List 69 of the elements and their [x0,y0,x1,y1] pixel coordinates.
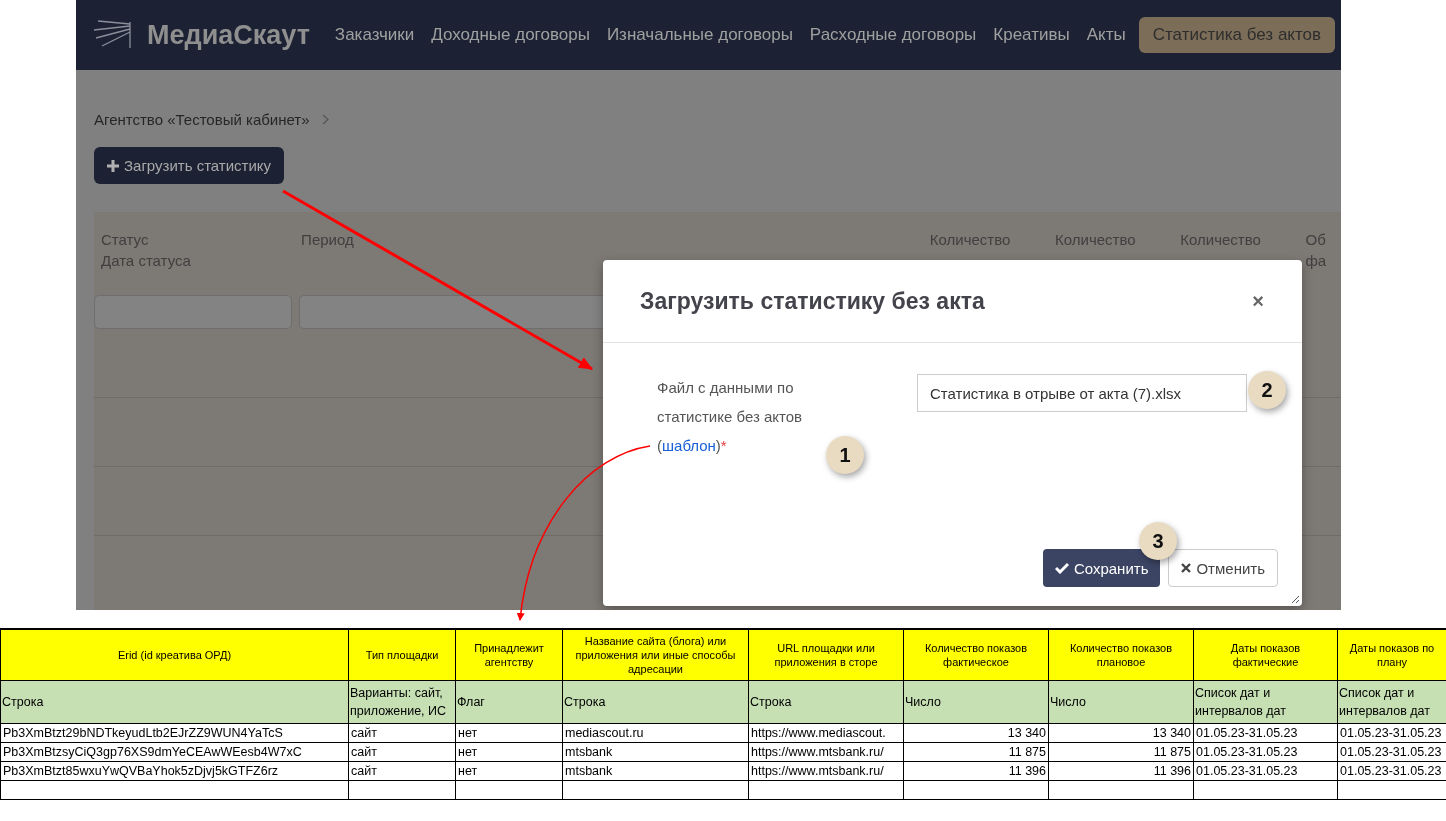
check-icon [1054,562,1069,574]
table-cell: mtsbank [562,742,749,762]
table-cell: 11 396 [1048,761,1194,781]
header-cell: Принадлежит агентству [455,629,563,681]
close-icon [1181,563,1192,573]
table-cell: 13 340 [1048,723,1194,743]
chevron-icon [321,113,329,125]
save-button[interactable]: Сохранить [1042,549,1161,587]
close-button[interactable]: × [1252,289,1264,313]
table-cell: Pb3XmBtzsyCiQ3gp76XS9dmYeCEAwWEesb4W7xC [0,742,349,762]
table-cell: 11 875 [903,742,1049,762]
table-cell: Pb3XmBtzt29bNDTkeyudLtb2EJrZZ9WUN4YaTcS [0,723,349,743]
nav-link[interactable]: Заказчики [330,17,419,53]
field-label: Файл с данными по статистике без актов (шаблон)* [657,378,804,456]
type-cell: Число [903,680,1049,724]
cancel-button[interactable]: Отменить [1168,549,1278,587]
type-cell: Список дат и интервалов дат [1193,680,1338,724]
table-cell: Pb3XmBtzt85wxuYwQVBaYhok5zDjvj5kGTFZ6rz [0,761,349,781]
table-cell: 11 396 [903,761,1049,781]
template-link[interactable]: шаблон [662,437,716,454]
nav-link[interactable]: Акты [1082,17,1130,53]
table-cell: сайт [348,761,456,781]
breadcrumb[interactable]: Агентство «Тестовый кабинет» [94,110,310,128]
table-cell: нет [455,761,563,781]
table-cell: mtsbank [562,761,749,781]
logo-icon [92,20,132,50]
column-header: Количество [1055,231,1136,248]
column-header: Количество [929,231,1011,248]
table-cell: 13 340 [903,723,1049,743]
header-cell: Количество показов плановое [1048,629,1194,681]
column-header: Период [301,231,354,248]
resize-grip-icon [1291,595,1300,604]
header-cell: Erid (id креатива ОРД) [0,629,349,681]
type-cell: Строка [0,680,349,724]
logo[interactable]: МедиаСкаут [147,19,310,51]
nav-link[interactable]: Доходные договоры [427,17,594,53]
upload-button[interactable]: Загрузить статистику [94,147,285,184]
table-cell: 01.05.23-31.05.23 [1193,723,1338,743]
type-cell: Число [1048,680,1194,724]
type-cell: Список дат и интервалов дат [1337,680,1446,724]
table-cell: нет [455,723,563,743]
header-cell: Даты показов фактические [1193,629,1338,681]
header-cell: Тип площадки [348,629,456,681]
table-cell: сайт [348,742,456,762]
table-cell: mediascout.ru [562,723,749,743]
table-cell: https://www.mediascout. [748,723,904,743]
column-header: Количество [1180,231,1261,248]
type-cell: Флаг [455,680,563,724]
column-header: Об фа [1305,231,1327,269]
table-cell: https://www.mtsbank.ru/ [748,742,904,762]
table-cell: нет [455,742,563,762]
table-cell: сайт [348,723,456,743]
nav-link[interactable]: Расходные договоры [805,17,981,53]
table-cell: https://www.mtsbank.ru/ [748,761,904,781]
nav-link[interactable]: Креативы [989,17,1074,53]
table-cell: 01.05.23-31.05.23 [1193,761,1338,781]
table-cell: 01.05.23-31.05.23 [1193,742,1338,762]
file-field[interactable]: Статистика в отрыве от акта (7).xlsx [917,374,1247,412]
column-header: Статус Дата статуса [101,231,191,269]
dialog-title: Загрузить статистику без акта [640,287,985,315]
type-cell: Строка [562,680,749,724]
header-cell: URL площадки или приложения в сторе [748,629,904,681]
header-cell: Название сайта (блога) или приложения или иные способы адресации [562,629,749,681]
table-cell: 11 875 [1048,742,1194,762]
header-cell: Количество показов фактическое [903,629,1049,681]
type-cell: Строка [748,680,904,724]
header-cell: Даты показов по плану [1337,629,1446,681]
plus-icon [107,159,119,172]
nav-link[interactable]: Изначальные договоры [602,17,797,53]
